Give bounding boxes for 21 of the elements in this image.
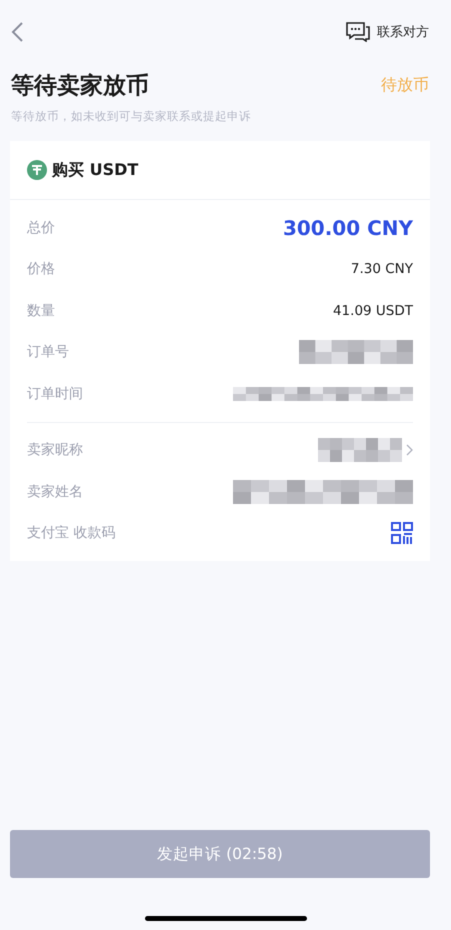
- qr-code-icon[interactable]: [391, 522, 413, 544]
- contact-button[interactable]: 联系对方: [346, 22, 429, 42]
- order-heading: 购买 USDT: [52, 160, 138, 180]
- field-value: 7.30 CNY: [350, 261, 413, 278]
- page-title: 等待卖家放币: [11, 72, 149, 101]
- chevron-right-icon[interactable]: [406, 444, 413, 456]
- order-status: 待放币: [381, 75, 429, 96]
- chat-icon: [346, 22, 370, 42]
- field-label: 总价: [27, 218, 55, 237]
- back-icon[interactable]: [10, 21, 24, 43]
- field-label: 价格: [27, 260, 55, 278]
- field-label: 订单时间: [27, 384, 83, 403]
- field-label: 数量: [27, 302, 55, 320]
- field-label: 卖家昵称: [27, 441, 83, 460]
- tether-coin-icon: [27, 160, 47, 180]
- field-label: 订单号: [27, 343, 69, 362]
- field-label: 支付宝 收款码: [27, 524, 116, 542]
- field-value: 41.09 USDT: [332, 302, 413, 319]
- field-label: 卖家姓名: [27, 482, 83, 501]
- status-hint: 等待放币，如未收到可与卖家联系或提起申诉: [10, 108, 252, 124]
- total-price: 300.00 CNY: [282, 216, 413, 240]
